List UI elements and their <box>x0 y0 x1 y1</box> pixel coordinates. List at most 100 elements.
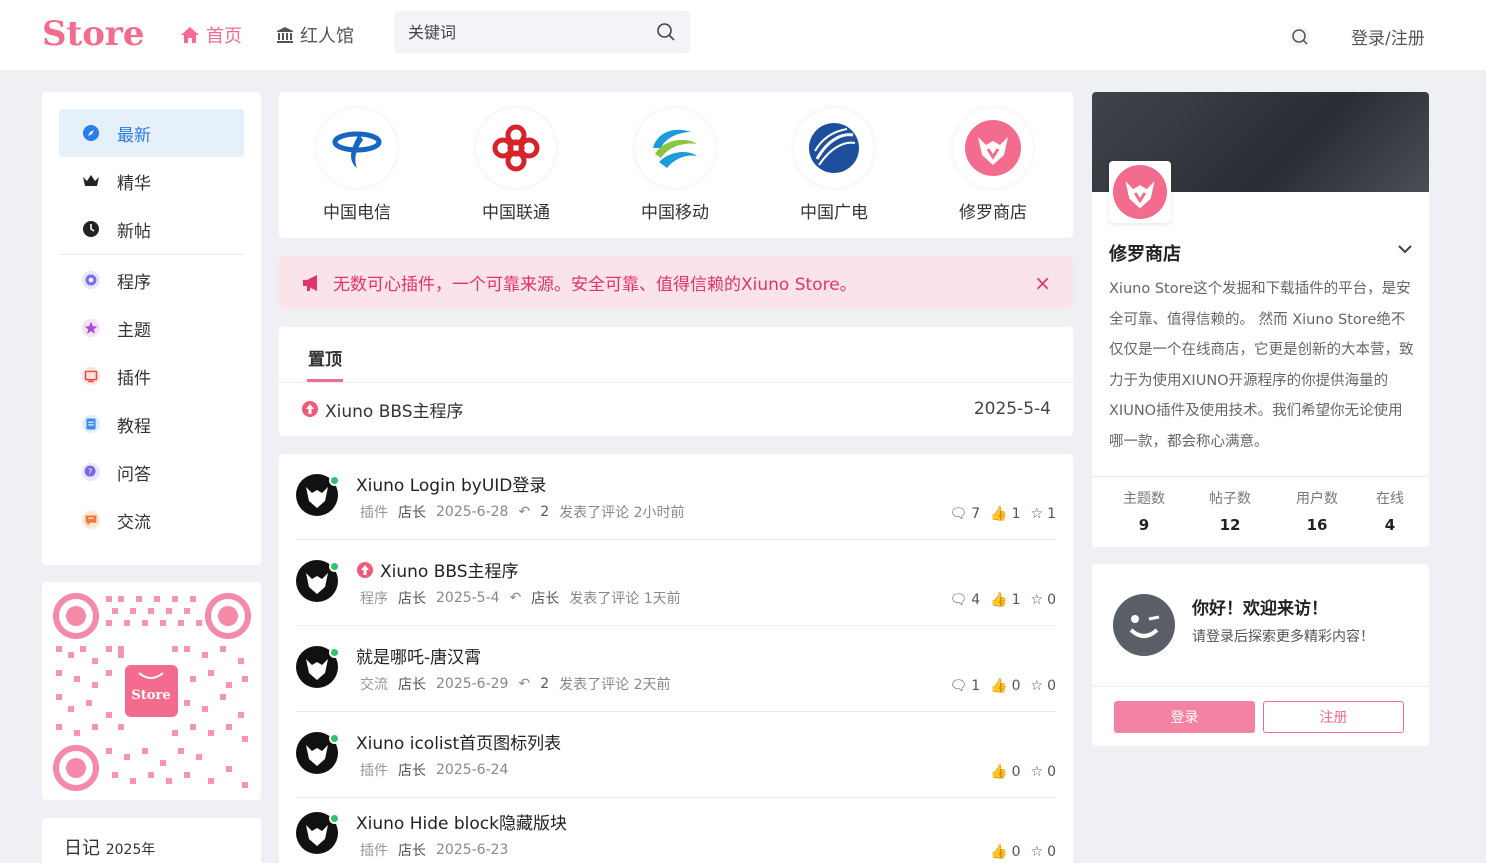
menu-item-qa[interactable]: ? 问答 <box>59 448 244 496</box>
menu-item-new[interactable]: 新帖 <box>59 205 244 253</box>
shop-avatar[interactable] <box>1109 161 1171 223</box>
menu-item-tutorial[interactable]: 教程 <box>59 400 244 448</box>
like-count[interactable]: 👍 1 <box>990 506 1020 522</box>
thread-title[interactable]: Xiuno BBS主程序 <box>356 557 519 582</box>
thread-title[interactable]: Xiuno Hide block隐藏版块 <box>356 809 567 834</box>
thread-author[interactable]: 店长 <box>398 760 426 780</box>
thread-forum[interactable]: 插件 <box>360 502 388 522</box>
fav-count[interactable]: ☆ 0 <box>1031 592 1056 608</box>
like-count[interactable]: 👍 0 <box>990 764 1020 780</box>
header-search-icon[interactable] <box>1288 26 1310 48</box>
thread-row[interactable]: Xiuno BBS主程序 程序 店长 2025-5-4 ↶ 店长 发表了评论 1… <box>296 540 1056 626</box>
brand-mobile[interactable]: 中国移动 <box>615 108 735 223</box>
thread-title[interactable]: Xiuno Login byUID登录 <box>356 471 546 496</box>
thread-author[interactable]: 店长 <box>398 502 426 522</box>
thumbs-up-icon: 👍 <box>990 678 1008 694</box>
building-icon <box>277 27 293 43</box>
thread-title-text[interactable]: Xiuno Login byUID登录 <box>356 471 546 496</box>
thread-title[interactable]: 就是哪吒-唐汉霄 <box>356 643 481 668</box>
thread-title-text[interactable]: Xiuno BBS主程序 <box>380 557 519 582</box>
forum-menu: 最新 精华 新帖 程序 主题 插件 教程 ? 问答 交流 <box>42 92 261 565</box>
thumbs-up-icon: 👍 <box>990 764 1008 780</box>
menu-label: 程序 <box>117 272 151 293</box>
fav-count[interactable]: ☆ 0 <box>1031 844 1056 860</box>
thread-title-text[interactable]: 就是哪吒-唐汉霄 <box>356 643 481 668</box>
thread-title-text[interactable]: Xiuno icolist首页图标列表 <box>356 729 561 754</box>
pinned-thread-row[interactable]: Xiuno BBS主程序 2025-5-4 <box>301 397 1051 422</box>
brand-telecom[interactable]: 中国电信 <box>297 108 417 223</box>
thread-title-text[interactable]: Xiuno Hide block隐藏版块 <box>356 809 567 834</box>
diary-card: 日记 2025年 <box>42 818 261 863</box>
thread-meta: 插件 店长 2025-6-28 ↶ 2 发表了评论 2小时前 <box>360 502 684 522</box>
fav-count[interactable]: ☆ 0 <box>1031 678 1056 694</box>
search-input[interactable] <box>408 22 656 42</box>
site-logo[interactable]: Store <box>42 14 144 54</box>
thread-author[interactable]: 店长 <box>398 674 426 694</box>
thread-date: 2025-6-23 <box>436 842 509 858</box>
menu-item-featured[interactable]: 精华 <box>59 157 244 205</box>
divider <box>1092 686 1429 687</box>
menu-label: 插件 <box>117 368 151 389</box>
qr-code-card: Store <box>42 582 261 800</box>
thread-author[interactable]: 店长 <box>398 840 426 860</box>
menu-item-latest[interactable]: 最新 <box>59 109 244 157</box>
like-count[interactable]: 👍 1 <box>990 592 1020 608</box>
thread-stats: 🗨 1 👍 0 ☆ 0 <box>949 678 1056 694</box>
fav-count-value: 1 <box>1047 506 1056 522</box>
thread-date: 2025-6-28 <box>436 504 509 520</box>
qr-logo-text: Store <box>131 688 170 703</box>
thread-title[interactable]: Xiuno icolist首页图标列表 <box>356 729 561 754</box>
fav-count[interactable]: ☆ 1 <box>1031 506 1056 522</box>
last-reply-user[interactable]: 2 <box>540 504 549 520</box>
brand-xiuluo[interactable]: 修罗商店 <box>933 108 1053 223</box>
crown-icon <box>81 171 101 191</box>
login-button[interactable]: 登录 <box>1114 701 1255 733</box>
thread-stats: 👍 0 ☆ 0 <box>990 764 1056 780</box>
thread-author[interactable]: 店长 <box>398 588 426 608</box>
brand-links: 中国电信 中国联通 中国移动 中国广电 修罗商店 <box>279 92 1073 238</box>
divider <box>279 382 1073 383</box>
search-icon[interactable] <box>656 22 676 42</box>
compass-icon <box>81 123 101 143</box>
last-reply-user[interactable]: 2 <box>540 676 549 692</box>
reply-arrow-icon: ↶ <box>518 676 531 692</box>
xiuluo-shop-logo-icon <box>953 108 1033 188</box>
thread-forum[interactable]: 程序 <box>360 588 388 608</box>
pinned-date: 2025-5-4 <box>973 399 1051 419</box>
thread-forum[interactable]: 插件 <box>360 760 388 780</box>
brand-unicom[interactable]: 中国联通 <box>456 108 576 223</box>
thread-forum[interactable]: 插件 <box>360 840 388 860</box>
thread-date: 2025-5-4 <box>436 590 500 606</box>
thread-meta: 插件 店长 2025-6-24 <box>360 760 508 780</box>
thread-forum[interactable]: 交流 <box>360 674 388 694</box>
tab-pinned[interactable]: 置顶 <box>308 345 342 370</box>
like-count[interactable]: 👍 0 <box>990 678 1020 694</box>
thread-meta: 交流 店长 2025-6-29 ↶ 2 发表了评论 2天前 <box>360 674 670 694</box>
register-button[interactable]: 注册 <box>1263 701 1404 733</box>
comment-icon: 🗨 <box>949 592 968 608</box>
fav-count-value: 0 <box>1047 764 1056 780</box>
thread-row[interactable]: 就是哪吒-唐汉霄 交流 店长 2025-6-29 ↶ 2 发表了评论 2天前 🗨… <box>296 626 1056 712</box>
menu-item-theme[interactable]: 主题 <box>59 304 244 352</box>
menu-item-program[interactable]: 程序 <box>59 256 244 304</box>
nav-influencer[interactable]: 红人馆 <box>276 22 354 48</box>
brand-label: 中国电信 <box>323 203 391 223</box>
nav-home-label: 首页 <box>206 26 242 47</box>
stat-value: 4 <box>1384 516 1396 534</box>
menu-item-plugin[interactable]: 插件 <box>59 352 244 400</box>
nav-home[interactable]: 首页 <box>180 22 242 48</box>
last-reply-user[interactable]: 店长 <box>531 588 559 608</box>
thread-row[interactable]: Xiuno Hide block隐藏版块 插件 店长 2025-6-23 👍 0 … <box>296 792 1056 863</box>
close-icon[interactable]: × <box>1034 271 1051 295</box>
chevron-down-icon[interactable] <box>1397 244 1413 254</box>
pinned-title[interactable]: Xiuno BBS主程序 <box>325 397 464 422</box>
like-count[interactable]: 👍 0 <box>990 844 1020 860</box>
menu-item-chat[interactable]: 交流 <box>59 496 244 544</box>
thumbs-up-icon: 👍 <box>990 844 1008 860</box>
fav-count[interactable]: ☆ 0 <box>1031 764 1056 780</box>
brand-broadnet[interactable]: 中国广电 <box>774 108 894 223</box>
stat-label: 在线 <box>1376 491 1404 507</box>
thread-row[interactable]: Xiuno icolist首页图标列表 插件 店长 2025-6-24 👍 0 ☆… <box>296 712 1056 798</box>
thread-row[interactable]: Xiuno Login byUID登录 插件 店长 2025-6-28 ↶ 2 … <box>296 454 1056 540</box>
login-register-link[interactable]: 登录/注册 <box>1351 24 1425 49</box>
